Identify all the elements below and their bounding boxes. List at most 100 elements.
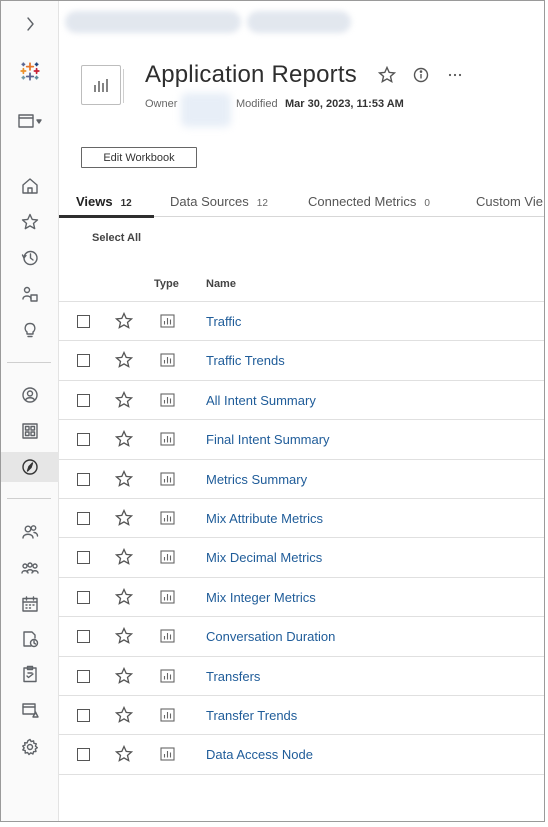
personal-space-icon[interactable] [1, 382, 59, 408]
view-type-icon [160, 314, 175, 328]
table-row[interactable]: Conversation Duration [59, 617, 544, 656]
favorites-star-icon[interactable] [1, 209, 59, 235]
favorite-star-icon[interactable] [114, 311, 134, 330]
view-type-icon [160, 629, 175, 643]
favorite-star-icon[interactable] [114, 350, 134, 369]
view-type-icon [160, 590, 175, 604]
favorite-star-icon[interactable] [114, 705, 134, 724]
table-row[interactable]: Final Intent Summary [59, 420, 544, 459]
more-actions-icon[interactable] [445, 65, 465, 85]
rail-divider [7, 362, 51, 363]
table-row[interactable]: Traffic [59, 302, 544, 341]
users-icon[interactable] [1, 519, 59, 545]
home-icon[interactable] [1, 173, 59, 199]
favorite-star-icon[interactable] [114, 744, 134, 763]
row-checkbox[interactable] [77, 748, 90, 761]
view-name-link[interactable]: Conversation Duration [206, 629, 335, 644]
tab-views[interactable]: Views 12 [59, 194, 154, 218]
view-name-link[interactable]: Metrics Summary [206, 472, 307, 487]
edit-workbook-button[interactable]: Edit Workbook [81, 147, 197, 168]
view-type-icon [160, 511, 175, 525]
content-tabs: Views 12 Data Sources 12 Connected Metrics… [59, 194, 544, 218]
data-connections-icon[interactable] [1, 697, 59, 723]
column-header-type[interactable]: Type [154, 278, 179, 290]
info-icon[interactable] [411, 65, 431, 85]
row-checkbox[interactable] [77, 630, 90, 643]
favorite-star-icon[interactable] [114, 666, 134, 685]
owner-value[interactable] [181, 93, 231, 127]
explore-compass-icon[interactable] [1, 452, 59, 482]
favorite-star-icon[interactable] [114, 429, 134, 448]
expand-chevron-icon[interactable] [1, 11, 59, 37]
recents-clock-icon[interactable] [1, 245, 59, 271]
view-name-link[interactable]: Mix Integer Metrics [206, 590, 316, 605]
left-nav-rail [1, 1, 59, 821]
table-row[interactable]: All Intent Summary [59, 381, 544, 420]
recommendations-bulb-icon[interactable] [1, 317, 59, 343]
table-row[interactable]: Transfer Trends [59, 696, 544, 735]
favorite-star-icon[interactable] [114, 587, 134, 606]
view-type-icon [160, 432, 175, 446]
favorite-star-icon[interactable] [114, 469, 134, 488]
row-checkbox[interactable] [77, 512, 90, 525]
favorite-star-icon[interactable] [377, 65, 397, 85]
groups-icon[interactable] [1, 555, 59, 581]
breadcrumb[interactable] [65, 11, 241, 33]
row-checkbox[interactable] [77, 354, 90, 367]
view-name-link[interactable]: Traffic Trends [206, 353, 285, 368]
view-type-icon [160, 353, 175, 367]
view-name-link[interactable]: Mix Decimal Metrics [206, 550, 322, 565]
tableau-logo-icon[interactable] [1, 58, 59, 84]
breadcrumb-current[interactable] [247, 11, 351, 33]
tab-label: Data Sources [170, 194, 249, 209]
row-checkbox[interactable] [77, 433, 90, 446]
view-name-link[interactable]: Transfers [206, 669, 260, 684]
row-checkbox[interactable] [77, 709, 90, 722]
column-header-name[interactable]: Name [206, 278, 236, 290]
row-checkbox[interactable] [77, 315, 90, 328]
tab-data-sources[interactable]: Data Sources 12 [170, 194, 268, 217]
tab-label: Custom Vie [476, 194, 543, 209]
tab-connected-metrics[interactable]: Connected Metrics 0 [308, 194, 430, 217]
favorite-star-icon[interactable] [114, 626, 134, 645]
table-row[interactable]: Mix Decimal Metrics [59, 538, 544, 577]
favorite-star-icon[interactable] [114, 390, 134, 409]
row-checkbox[interactable] [77, 551, 90, 564]
view-name-link[interactable]: Transfer Trends [206, 708, 297, 723]
view-type-icon [160, 669, 175, 683]
tasks-icon[interactable] [1, 626, 59, 652]
table-row[interactable]: Mix Integer Metrics [59, 578, 544, 617]
row-checkbox[interactable] [77, 394, 90, 407]
table-row[interactable]: Metrics Summary [59, 460, 544, 499]
app-window: Application Reports Owner Modified Mar 3… [0, 0, 545, 822]
tab-custom-views[interactable]: Custom Vie [476, 194, 543, 217]
shared-with-me-icon[interactable] [1, 281, 59, 307]
schedules-icon[interactable] [1, 591, 59, 617]
row-checkbox[interactable] [77, 473, 90, 486]
row-checkbox[interactable] [77, 670, 90, 683]
view-name-link[interactable]: All Intent Summary [206, 393, 316, 408]
table-row[interactable]: Data Access Node [59, 735, 544, 774]
view-type-icon [160, 472, 175, 486]
tab-label: Connected Metrics [308, 194, 417, 209]
modified-label: Modified [236, 98, 278, 110]
view-name-link[interactable]: Mix Attribute Metrics [206, 511, 323, 526]
owner-label: Owner [145, 98, 178, 110]
table-row[interactable]: Transfers [59, 657, 544, 696]
settings-gear-icon[interactable] [1, 734, 59, 760]
favorite-star-icon[interactable] [114, 508, 134, 527]
view-name-link[interactable]: Final Intent Summary [206, 432, 330, 447]
site-menu-icon[interactable] [1, 108, 59, 134]
table-row[interactable]: Traffic Trends [59, 341, 544, 380]
table-row[interactable]: Mix Attribute Metrics [59, 499, 544, 538]
select-all-button[interactable]: Select All [92, 232, 141, 244]
tab-count: 0 [424, 198, 430, 209]
view-name-link[interactable]: Data Access Node [206, 747, 313, 762]
collections-icon[interactable] [1, 418, 59, 444]
modified-value: Mar 30, 2023, 11:53 AM [285, 98, 404, 110]
view-name-link[interactable]: Traffic [206, 314, 241, 329]
row-checkbox[interactable] [77, 591, 90, 604]
rail-divider [7, 498, 51, 499]
favorite-star-icon[interactable] [114, 547, 134, 566]
jobs-icon[interactable] [1, 661, 59, 687]
